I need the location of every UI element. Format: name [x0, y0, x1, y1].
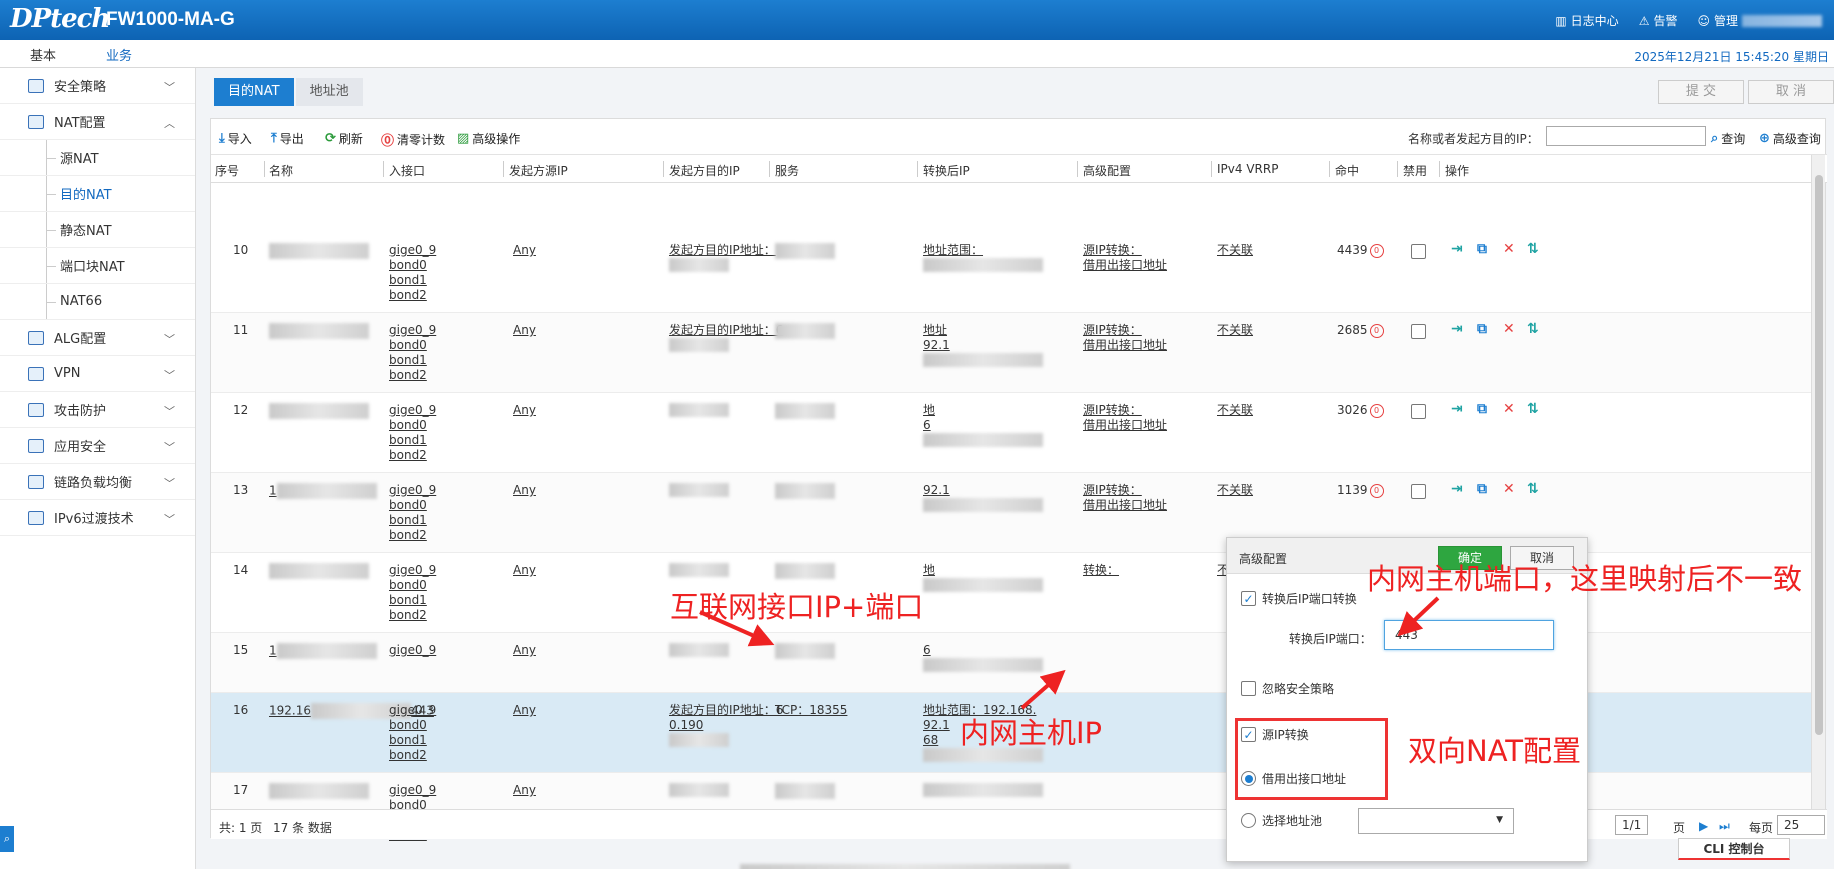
annotation-lan-port: 内网主机端口，这里映射后不一致 [1367, 562, 1803, 596]
annotation-bidir: 双向NAT配置 [1408, 734, 1581, 768]
left-search-icon[interactable]: ⌕ [0, 826, 14, 852]
arrow-lan-port [1397, 596, 1440, 637]
arrow-lan-ip [1020, 669, 1066, 710]
cli-console-button[interactable]: CLI 控制台 [1678, 838, 1790, 860]
annotation-lan-ip: 内网主机IP [960, 716, 1103, 750]
annotation-wan: 互联网接口IP+端口 [670, 590, 924, 624]
